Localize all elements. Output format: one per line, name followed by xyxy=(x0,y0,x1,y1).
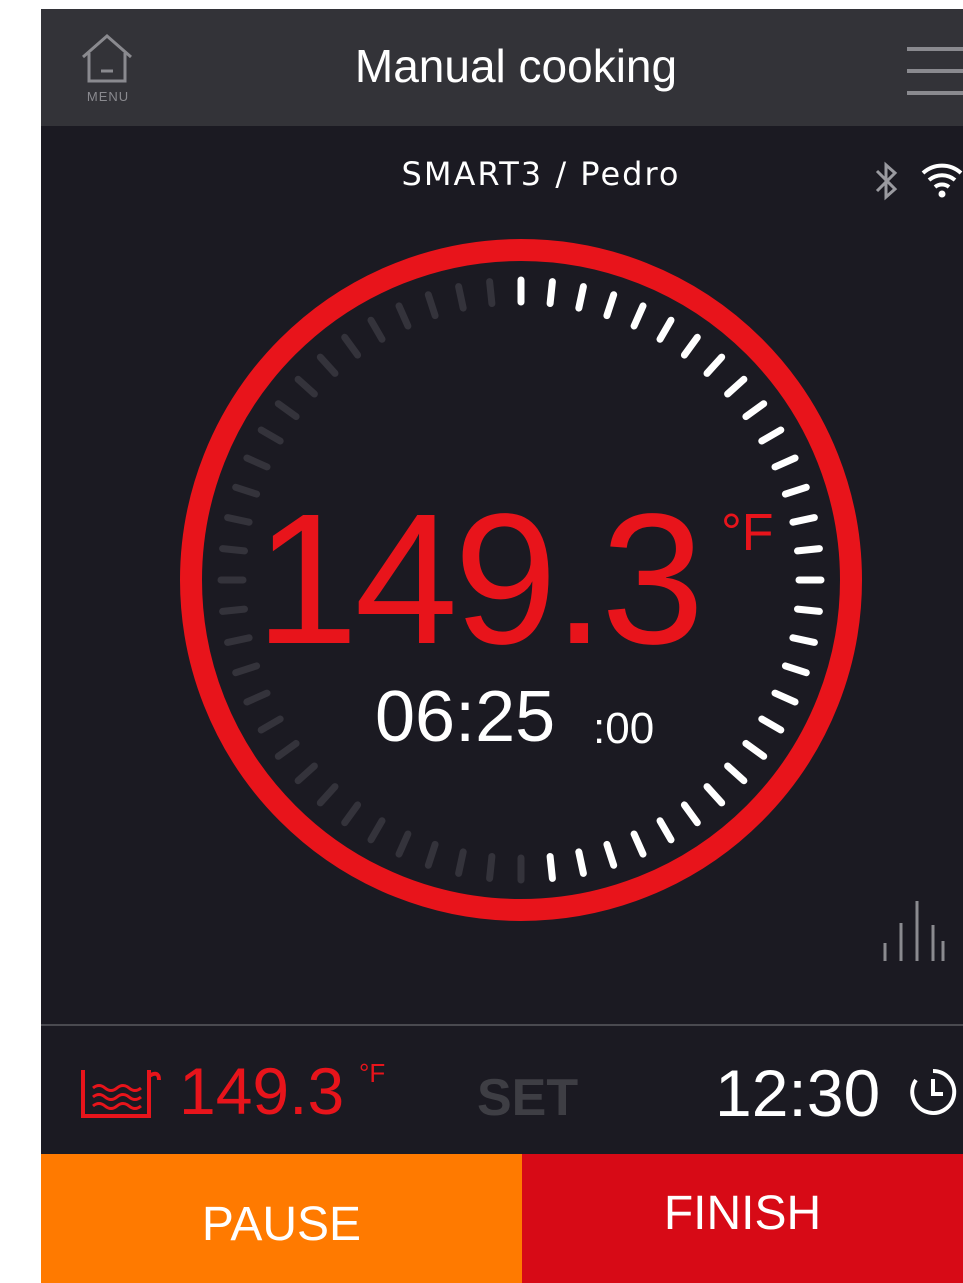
pause-button[interactable]: PAUSE xyxy=(41,1154,522,1283)
dial-tick xyxy=(758,715,785,734)
dial-tick xyxy=(257,426,284,445)
dial-tick xyxy=(455,848,467,877)
dial-tick xyxy=(771,689,799,706)
dial-tick xyxy=(758,426,785,445)
dial-tick xyxy=(575,283,587,312)
dial-tick xyxy=(789,634,818,646)
dial-tick xyxy=(274,739,300,760)
dial-tick xyxy=(680,801,701,827)
dial-tick xyxy=(630,302,647,330)
dial-tick xyxy=(794,545,823,555)
dial-tick xyxy=(424,291,439,320)
bath-temperature: 149.3 xyxy=(179,1054,345,1128)
set-button[interactable]: SET xyxy=(477,1068,578,1128)
dial-tick xyxy=(232,483,261,498)
dial-tick xyxy=(703,353,726,377)
dial-tick xyxy=(724,762,748,785)
dial-tick xyxy=(789,514,818,526)
dial-tick xyxy=(742,400,768,421)
dial-tick xyxy=(781,662,810,677)
dial-tick xyxy=(630,830,647,858)
dial-tick xyxy=(243,689,271,706)
dial-tick xyxy=(603,291,618,320)
graph-icon[interactable] xyxy=(879,895,949,965)
dial-tick xyxy=(680,333,701,359)
status-bar: 149.3 °F SET 12:30 xyxy=(41,1026,963,1154)
dial-tick xyxy=(486,278,496,307)
dial-tick xyxy=(546,853,556,882)
dial-tick xyxy=(486,853,496,882)
dial-tick xyxy=(781,483,810,498)
dial-tick xyxy=(341,801,362,827)
timer-value: 12:30 xyxy=(715,1056,881,1130)
finish-button[interactable]: FINISH xyxy=(522,1154,963,1283)
dial-tick xyxy=(546,278,556,307)
dial-tick xyxy=(424,840,439,869)
temperature-unit: °F xyxy=(721,504,774,562)
dial-tick xyxy=(232,662,261,677)
dial-tick xyxy=(367,316,386,343)
dial-tick xyxy=(703,783,726,807)
dial-tick xyxy=(395,302,412,330)
dial-tick xyxy=(294,762,318,785)
dial-tick xyxy=(771,454,799,471)
dial-tick xyxy=(455,283,467,312)
dial-tick xyxy=(724,375,748,398)
remaining-time: 06:25 xyxy=(375,677,556,757)
dial-tick xyxy=(603,840,618,869)
dial-tick xyxy=(316,353,339,377)
dial-tick xyxy=(656,316,675,343)
dial-tick xyxy=(316,783,339,807)
dial-tick xyxy=(219,545,248,555)
dial-tick xyxy=(257,715,284,734)
dial-tick xyxy=(742,739,768,760)
dial-tick xyxy=(341,333,362,359)
dial-tick xyxy=(367,817,386,844)
dial-tick xyxy=(224,634,253,646)
dial-tick xyxy=(243,454,271,471)
dial-tick xyxy=(575,848,587,877)
dial-tick xyxy=(219,605,248,615)
app-screen: MENU Manual cooking SMART3 / Pedro 149.3… xyxy=(41,9,963,1283)
dial-tick xyxy=(294,375,318,398)
dial-tick xyxy=(794,605,823,615)
current-temperature: 149.3 xyxy=(255,476,704,683)
water-bath-icon xyxy=(81,1070,161,1118)
dial-tick xyxy=(274,400,300,421)
dial-tick xyxy=(656,817,675,844)
dial-tick xyxy=(224,514,253,526)
dial-tick xyxy=(395,830,412,858)
bath-temperature-unit: °F xyxy=(359,1058,386,1088)
timer-icon[interactable] xyxy=(907,1066,959,1118)
remaining-time-seconds: :00 xyxy=(593,704,655,753)
